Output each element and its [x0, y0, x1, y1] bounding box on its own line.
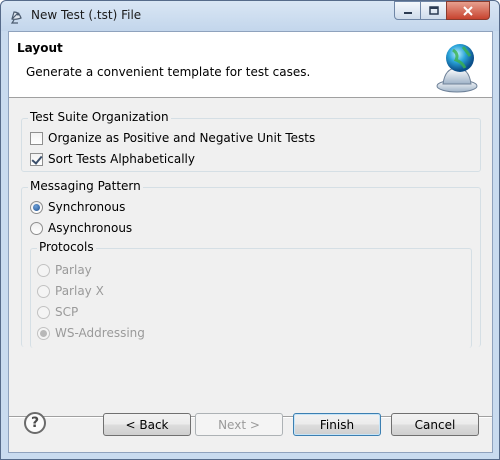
parlay-x-radio-row[interactable]: Parlay X	[37, 282, 104, 300]
organize-checkbox-row[interactable]: Organize as Positive and Negative Unit T…	[30, 129, 315, 147]
help-icon: ?	[30, 415, 40, 431]
cancel-button[interactable]: Cancel	[391, 413, 479, 436]
test-suite-group: Test Suite Organization Organize as Posi…	[21, 110, 481, 172]
synchronous-radio[interactable]	[30, 200, 43, 214]
sort-checkbox[interactable]	[30, 152, 43, 166]
minimize-button[interactable]	[394, 1, 421, 20]
satellite-dish-icon	[10, 11, 22, 24]
page-title: Layout	[17, 41, 63, 55]
asynchronous-radio[interactable]	[30, 221, 43, 235]
dialog-window: New Test (.tst) File Layout Generate a c…	[0, 0, 500, 460]
parlay-x-label[interactable]: Parlay X	[55, 284, 104, 298]
wizard-banner: Layout Generate a convenient template fo…	[9, 32, 492, 98]
synchronous-radio-row[interactable]: Synchronous	[30, 198, 125, 216]
asynchronous-radio-row[interactable]: Asynchronous	[30, 219, 132, 237]
synchronous-label[interactable]: Synchronous	[48, 200, 125, 214]
parlay-radio-row[interactable]: Parlay	[37, 261, 92, 279]
parlay-x-radio[interactable]	[37, 284, 50, 298]
ws-addressing-radio[interactable]	[37, 326, 50, 340]
test-suite-label: Test Suite Organization	[28, 110, 171, 124]
page-description: Generate a convenient template for test …	[26, 65, 311, 79]
protocols-group: Protocols Parlay Parlay X SCP WS-Address…	[30, 240, 472, 348]
ws-addressing-label[interactable]: WS-Addressing	[55, 326, 145, 340]
maximize-button[interactable]	[420, 1, 447, 20]
ws-addressing-radio-row[interactable]: WS-Addressing	[37, 324, 145, 342]
parlay-radio[interactable]	[37, 263, 50, 277]
finish-button[interactable]: Finish	[293, 413, 381, 436]
maximize-icon	[428, 6, 439, 15]
title-bar[interactable]: New Test (.tst) File	[1, 1, 499, 31]
sort-checkbox-row[interactable]: Sort Tests Alphabetically	[30, 150, 195, 168]
minimize-icon	[403, 11, 412, 14]
messaging-group: Messaging Pattern Synchronous Asynchrono…	[21, 179, 481, 348]
help-button[interactable]: ?	[24, 412, 46, 434]
parlay-label[interactable]: Parlay	[55, 263, 92, 277]
window-title: New Test (.tst) File	[31, 8, 142, 22]
messaging-label: Messaging Pattern	[28, 179, 143, 193]
organize-checkbox[interactable]	[30, 131, 43, 145]
close-icon	[463, 5, 473, 16]
organize-checkbox-label[interactable]: Organize as Positive and Negative Unit T…	[48, 131, 315, 145]
protocols-label: Protocols	[37, 240, 96, 254]
next-button[interactable]: Next >	[195, 413, 283, 436]
scp-label[interactable]: SCP	[55, 305, 78, 319]
dialog-body: Layout Generate a convenient template fo…	[8, 31, 493, 453]
back-button[interactable]: < Back	[103, 413, 191, 436]
sort-checkbox-label[interactable]: Sort Tests Alphabetically	[48, 152, 195, 166]
asynchronous-label[interactable]: Asynchronous	[48, 221, 132, 235]
globe-bell-icon	[436, 44, 478, 93]
scp-radio[interactable]	[37, 305, 50, 319]
close-button[interactable]	[446, 1, 490, 20]
scp-radio-row[interactable]: SCP	[37, 303, 78, 321]
